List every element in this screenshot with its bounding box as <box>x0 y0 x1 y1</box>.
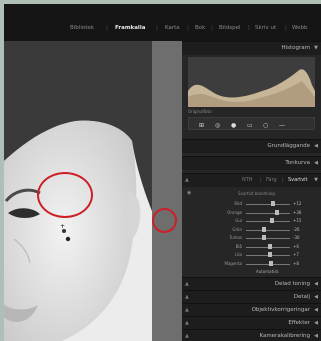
slider-track[interactable] <box>246 229 290 231</box>
spot-removal-icon[interactable]: ◎ <box>215 122 220 129</box>
slider-thumb[interactable] <box>268 260 273 266</box>
expand-triangle-icon: ◀ <box>314 160 318 166</box>
lightroom-window: Bibliotek | Framkalla | Karta | Bok | Bi… <box>4 4 321 341</box>
slider-row: Blå +6 <box>182 243 321 251</box>
annotation-circle-spot <box>37 172 93 218</box>
slider-label: Grön <box>232 226 242 232</box>
module-separator: | <box>106 25 108 31</box>
slider-label: Magenta <box>224 260 242 266</box>
slider-row: Orange +36 <box>182 209 321 217</box>
slider-label: Röd <box>234 201 242 206</box>
slider-value[interactable]: +6 <box>293 244 311 249</box>
slider-thumb[interactable] <box>268 252 273 257</box>
slider-row: Grön -26 <box>182 226 321 234</box>
collapse-triangle-icon: ▼ <box>314 177 318 183</box>
slider-track[interactable] <box>246 221 290 222</box>
switch-icon[interactable]: ▲ <box>185 333 189 339</box>
slider-track[interactable] <box>246 238 290 239</box>
slider-row: Turkos -30 <box>182 234 321 242</box>
slider-label: Orange <box>227 209 242 215</box>
histogram-graph <box>188 57 315 107</box>
module-separator: | <box>187 25 189 31</box>
module-picker: Bibliotek | Framkalla | Karta | Bok | Bi… <box>4 4 321 41</box>
slider-label: Turkos <box>229 235 242 240</box>
switch-icon[interactable]: ▲ <box>185 320 189 326</box>
expand-triangle-icon: ◀ <box>314 320 318 326</box>
panel-divider[interactable] <box>152 41 182 341</box>
collapse-triangle-icon: ▼ <box>314 45 318 51</box>
slider-value[interactable]: -30 <box>293 235 311 240</box>
slider-value[interactable]: +36 <box>293 210 311 215</box>
tab-nth[interactable]: NTH <box>242 177 253 183</box>
expand-triangle-icon: ◀ <box>314 333 318 339</box>
tab-svartvit[interactable]: Svartvit <box>288 177 308 183</box>
slider-thumb[interactable] <box>262 226 267 232</box>
red-eye-icon[interactable]: ● <box>231 122 236 129</box>
slider-value[interactable]: +8 <box>293 261 311 266</box>
crop-overlay-icon[interactable]: ⊞ <box>199 122 204 129</box>
panel-header-tonkurva[interactable]: Tonkurva ◀ <box>182 156 321 170</box>
original-photo-label: Originalfoto <box>188 109 212 114</box>
tool-strip: ⊞ ◎ ● ▭ ○ — <box>188 117 315 130</box>
module-bok[interactable]: Bok <box>195 25 205 31</box>
adjustment-brush-icon[interactable]: — <box>279 122 285 129</box>
module-separator: | <box>211 25 213 31</box>
module-separator: | <box>156 25 158 31</box>
slider-thumb[interactable] <box>274 209 279 215</box>
panel-header-histogram[interactable]: Histogram ▼ <box>182 41 321 55</box>
panel-header-delad-toning[interactable]: ▲ Delad toning ◀ <box>182 277 321 291</box>
slider-label: Blå <box>235 243 242 249</box>
slider-row: Gul +15 <box>182 217 321 225</box>
expand-triangle-icon: ◀ <box>314 281 318 287</box>
expand-triangle-icon: ◀ <box>314 307 318 313</box>
expand-triangle-icon: ◀ <box>314 143 318 149</box>
switch-icon[interactable]: ▲ <box>185 294 189 300</box>
module-separator: | <box>248 25 250 31</box>
panel-header-hsl[interactable]: ▲ NTH | Färg | Svartvit ▼ <box>182 173 321 187</box>
module-karta[interactable]: Karta <box>165 25 180 31</box>
auto-button[interactable]: Automatisk <box>256 269 279 274</box>
module-framkalla[interactable]: Framkalla <box>115 25 145 31</box>
slider-thumb[interactable] <box>271 201 276 206</box>
slider-label: Lila <box>235 252 242 257</box>
slider-value[interactable]: +7 <box>293 252 311 257</box>
slider-row: Lila +7 <box>182 251 321 259</box>
slider-track[interactable] <box>246 204 290 205</box>
panel-header-objektivkorrigeringar[interactable]: ▲ Objektivkorrigeringar ◀ <box>182 303 321 317</box>
slider-value[interactable]: +15 <box>293 218 311 223</box>
module-separator: | <box>285 25 287 31</box>
svg-text:+: + <box>60 223 65 230</box>
panel-header-grundlaggande[interactable]: Grundläggande ◀ <box>182 139 321 153</box>
switch-icon[interactable]: ▲ <box>185 307 189 313</box>
module-skriv-ut[interactable]: Skriv ut <box>255 25 276 31</box>
module-webb[interactable]: Webb <box>292 25 307 31</box>
expand-triangle-icon: ◀ <box>314 294 318 300</box>
slider-label: Gul <box>235 218 242 223</box>
svartvit-mix-title: Svartvit blandning <box>238 191 275 196</box>
slider-value[interactable]: -26 <box>293 227 311 232</box>
module-bibliotek[interactable]: Bibliotek <box>70 25 94 31</box>
switch-icon[interactable]: ▲ <box>185 281 189 287</box>
slider-value[interactable]: +12 <box>293 201 311 206</box>
radial-filter-icon[interactable]: ○ <box>263 122 268 129</box>
graduated-filter-icon[interactable]: ▭ <box>247 122 253 129</box>
develop-panel: Histogram ▼ Originalfoto ⊞ ◎ ● ▭ ○ — Gru… <box>182 41 321 341</box>
slider-thumb[interactable] <box>261 235 266 240</box>
switch-icon[interactable]: ▲ <box>185 177 189 183</box>
target-adjust-icon[interactable]: ◉ <box>187 190 191 196</box>
panel-header-detalj[interactable]: ▲ Detalj ◀ <box>182 290 321 304</box>
slider-track[interactable] <box>246 212 290 214</box>
tab-farg[interactable]: Färg <box>266 177 277 183</box>
slider-row: Röd +12 <box>182 200 321 208</box>
slider-row: Magenta +8 <box>182 260 321 268</box>
slider-thumb[interactable] <box>270 218 275 223</box>
annotation-circle-divider <box>152 208 177 233</box>
panel-header-effekter[interactable]: ▲ Effekter ◀ <box>182 316 321 330</box>
module-bildspel[interactable]: Bildspel <box>219 25 241 31</box>
slider-thumb[interactable] <box>267 243 272 249</box>
panel-header-kamerakalibrering[interactable]: ▲ Kamerakalibrering ◀ <box>182 329 321 341</box>
